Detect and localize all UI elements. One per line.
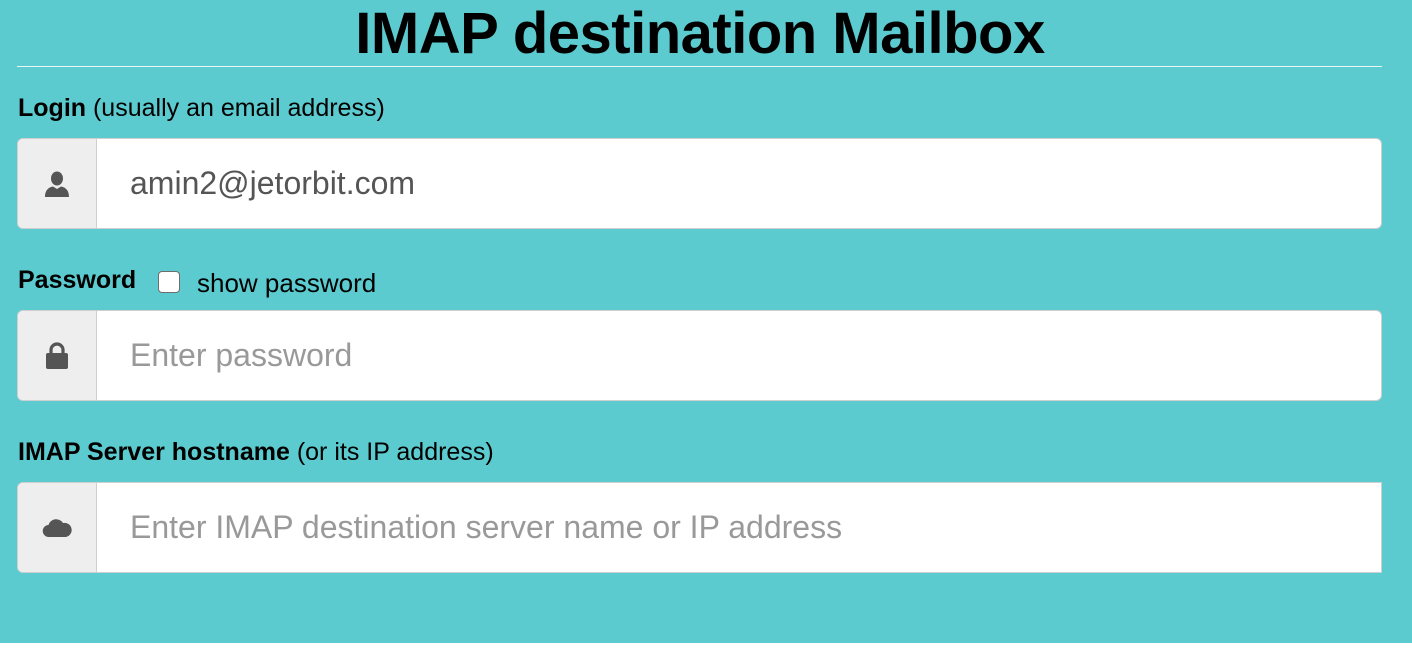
lock-icon — [43, 341, 71, 371]
show-password-label[interactable]: show password — [197, 268, 376, 298]
password-input-group — [17, 310, 1382, 401]
page-title: IMAP destination Mailbox — [355, 1, 1045, 66]
host-label: IMAP Server hostname (or its IP address) — [18, 437, 494, 467]
host-input[interactable] — [98, 483, 1381, 572]
password-label-bold: Password — [18, 266, 137, 294]
login-input[interactable] — [98, 139, 1381, 228]
password-label: Password — [18, 265, 136, 295]
login-label-bold: Login — [18, 94, 87, 122]
login-addon — [18, 139, 97, 228]
login-input-group — [17, 138, 1382, 229]
login-label: Login (usually an email address) — [18, 93, 385, 123]
imap-destination-panel: IMAP destination Mailbox Login (usually … — [0, 0, 1412, 643]
host-input-group — [17, 482, 1382, 573]
password-addon — [18, 311, 97, 400]
host-label-bold: IMAP Server hostname — [18, 438, 290, 466]
password-input[interactable] — [98, 311, 1381, 400]
title-divider — [17, 66, 1382, 67]
host-addon — [18, 483, 97, 572]
show-password-checkbox[interactable] — [158, 271, 180, 293]
host-label-hint: (or its IP address) — [289, 438, 494, 466]
cloud-icon — [41, 517, 73, 539]
login-label-hint: (usually an email address) — [86, 94, 385, 122]
user-icon — [43, 170, 71, 198]
